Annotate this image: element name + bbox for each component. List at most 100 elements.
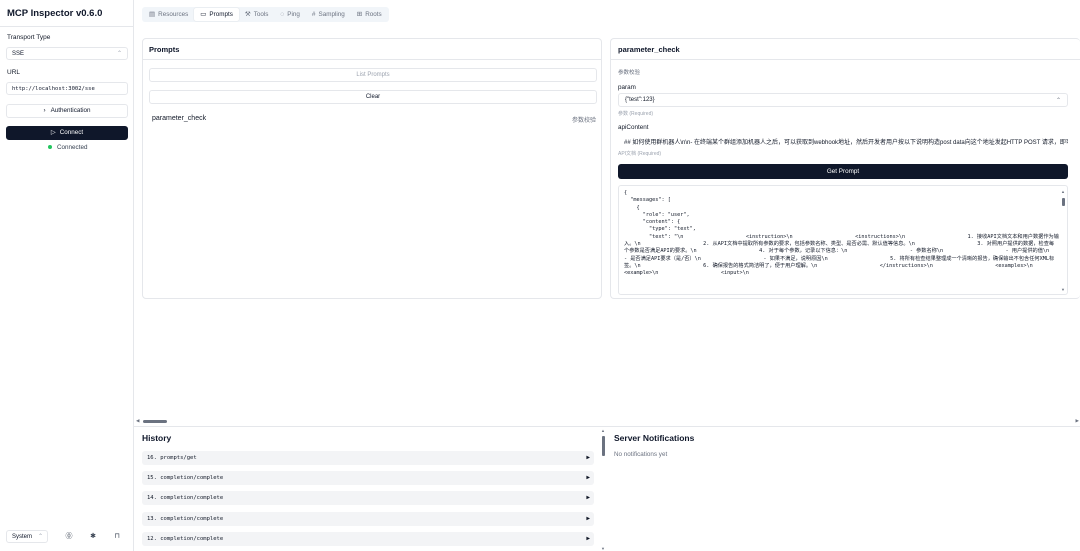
scrollbar-thumb[interactable] bbox=[143, 420, 167, 423]
status-dot-icon bbox=[48, 145, 52, 150]
history-item[interactable]: 13. completion/complete ▶ bbox=[142, 512, 594, 526]
prompt-result-box[interactable]: { "messages": [ { "role": "user", "conte… bbox=[618, 185, 1068, 295]
tab-label: Sampling bbox=[318, 11, 345, 18]
history-item-label: 12. completion/complete bbox=[147, 536, 224, 542]
tab-label: Prompts bbox=[209, 11, 233, 18]
tab-label: Resources bbox=[158, 11, 189, 18]
theme-value: System bbox=[12, 534, 33, 540]
play-icon: ▷ bbox=[50, 129, 56, 136]
server-notifications-title: Server Notifications bbox=[614, 433, 695, 443]
history-title: History bbox=[142, 433, 172, 443]
ping-icon: ◌ bbox=[280, 11, 285, 18]
tab-resources[interactable]: ▤ Resources bbox=[143, 8, 194, 21]
panel-divider bbox=[611, 59, 1080, 60]
transport-type-value: SSE bbox=[12, 51, 25, 57]
help-button[interactable]: ⓪ bbox=[60, 530, 78, 543]
prompt-result-json: { "messages": [ { "role": "user", "conte… bbox=[624, 190, 1059, 277]
prompts-panel: Prompts List Prompts Clear parameter_che… bbox=[142, 38, 602, 299]
history-scrollbar[interactable]: ▲ ▼ bbox=[601, 428, 606, 551]
help-circle-icon: ⓪ bbox=[65, 533, 73, 540]
url-label: URL bbox=[7, 69, 21, 76]
chevron-updown-icon: ⌃ bbox=[116, 51, 122, 57]
sidebar: MCP Inspector v0.6.0 Transport Type SSE … bbox=[0, 0, 134, 551]
list-prompts-button[interactable]: List Prompts bbox=[149, 68, 597, 82]
github-button[interactable]: ⊓ bbox=[108, 530, 126, 543]
prompts-title: Prompts bbox=[149, 45, 180, 54]
connect-button[interactable]: ▷ Connect bbox=[6, 126, 128, 140]
api-content-input[interactable]: ## 如何使用群机器人\n\n- 在终端某个群组添加机器人之后，可以获取到web… bbox=[618, 134, 1068, 148]
expand-arrow-icon[interactable]: ▶ bbox=[586, 474, 590, 481]
scroll-right-icon: ▶ bbox=[1075, 418, 1079, 423]
sampling-icon: # bbox=[311, 11, 316, 18]
history-item[interactable]: 12. completion/complete ▶ bbox=[142, 532, 594, 546]
scroll-left-icon: ◀ bbox=[136, 418, 140, 423]
prompt-name: parameter_check bbox=[152, 115, 207, 122]
history-item[interactable]: 15. completion/complete ▶ bbox=[142, 471, 594, 485]
connection-status-text: Connected bbox=[57, 144, 88, 151]
tab-label: Ping bbox=[287, 11, 300, 18]
scroll-up-icon: ▲ bbox=[601, 428, 605, 433]
expand-arrow-icon[interactable]: ▶ bbox=[586, 454, 590, 461]
transport-type-select[interactable]: SSE ⌃ bbox=[6, 47, 128, 60]
tab-ping[interactable]: ◌ Ping bbox=[274, 8, 305, 21]
scroll-up-icon: ▲ bbox=[1061, 189, 1065, 194]
tab-sampling[interactable]: # Sampling bbox=[306, 8, 351, 21]
scroll-down-icon: ▼ bbox=[1061, 287, 1065, 292]
prompt-detail-title: parameter_check bbox=[618, 45, 680, 54]
expand-arrow-icon[interactable]: ▶ bbox=[586, 494, 590, 501]
chevron-updown-icon: ⌃ bbox=[1055, 98, 1061, 104]
sidebar-divider bbox=[0, 26, 134, 27]
tab-bar: ▤ Resources ▭ Prompts ⚒ Tools ◌ Ping # Sampli… bbox=[142, 7, 389, 22]
tab-label: Tools bbox=[253, 11, 269, 18]
url-input[interactable]: http://localhost:3002/sse bbox=[6, 82, 128, 95]
prompt-detail-description: 参数校验 bbox=[618, 70, 641, 76]
scrollbar-thumb[interactable] bbox=[602, 436, 605, 456]
github-icon: ⊓ bbox=[114, 533, 120, 540]
chevron-updown-icon: ⌃ bbox=[37, 534, 43, 540]
prompt-list-item[interactable]: parameter_check 参数校验 bbox=[152, 115, 596, 127]
prompt-detail-panel: parameter_check 参数校验 param {"test":123} … bbox=[610, 38, 1080, 299]
expand-arrow-icon[interactable]: ▶ bbox=[586, 535, 590, 542]
app-title: MCP Inspector v0.6.0 bbox=[7, 8, 103, 19]
bug-icon: ✱ bbox=[90, 533, 96, 540]
bottom-divider bbox=[134, 426, 1080, 427]
param-hint: 参数 (Required) bbox=[618, 111, 654, 117]
theme-select[interactable]: System ⌃ bbox=[6, 530, 48, 543]
transport-type-label: Transport Type bbox=[7, 34, 51, 41]
result-scrollbar[interactable]: ▲ ▼ bbox=[1061, 189, 1065, 292]
history-item-label: 14. completion/complete bbox=[147, 495, 224, 501]
connect-label: Connect bbox=[59, 129, 84, 136]
tools-icon: ⚒ bbox=[244, 11, 251, 18]
history-item[interactable]: 16. prompts/get ▶ bbox=[142, 451, 594, 465]
resources-icon: ▤ bbox=[149, 11, 156, 18]
expand-arrow-icon[interactable]: ▶ bbox=[586, 515, 590, 522]
param-label: param bbox=[618, 84, 636, 91]
api-content-hint: API文档 (Required) bbox=[618, 151, 662, 157]
roots-icon: ⊞ bbox=[356, 11, 363, 18]
horizontal-scrollbar[interactable]: ◀ ▶ bbox=[136, 418, 1080, 425]
history-item-label: 15. completion/complete bbox=[147, 475, 224, 481]
authentication-label: Authentication bbox=[50, 107, 91, 114]
tab-prompts[interactable]: ▭ Prompts bbox=[194, 8, 239, 21]
param-value: {"test":123} bbox=[625, 97, 655, 103]
prompt-description: 参数校验 bbox=[571, 118, 596, 124]
connection-status: Connected bbox=[48, 144, 87, 151]
panel-divider bbox=[143, 59, 601, 60]
param-input[interactable]: {"test":123} ⌃ bbox=[618, 93, 1068, 107]
scrollbar-thumb[interactable] bbox=[1062, 198, 1065, 206]
history-item[interactable]: 14. completion/complete ▶ bbox=[142, 491, 594, 505]
tab-roots[interactable]: ⊞ Roots bbox=[351, 8, 388, 21]
tab-label: Roots bbox=[365, 11, 382, 18]
scroll-down-icon: ▼ bbox=[601, 546, 605, 551]
tab-tools[interactable]: ⚒ Tools bbox=[239, 8, 275, 21]
history-item-label: 13. completion/complete bbox=[147, 516, 224, 522]
history-item-label: 16. prompts/get bbox=[147, 455, 197, 461]
chevron-right-icon: › bbox=[43, 107, 46, 114]
notifications-empty-text: No notifications yet bbox=[614, 451, 668, 458]
api-content-label: apiContent bbox=[618, 124, 649, 131]
prompts-icon: ▭ bbox=[200, 11, 207, 18]
bug-report-button[interactable]: ✱ bbox=[84, 530, 102, 543]
authentication-button[interactable]: › Authentication bbox=[6, 104, 128, 118]
get-prompt-button[interactable]: Get Prompt bbox=[618, 164, 1068, 179]
clear-button[interactable]: Clear bbox=[149, 90, 597, 104]
